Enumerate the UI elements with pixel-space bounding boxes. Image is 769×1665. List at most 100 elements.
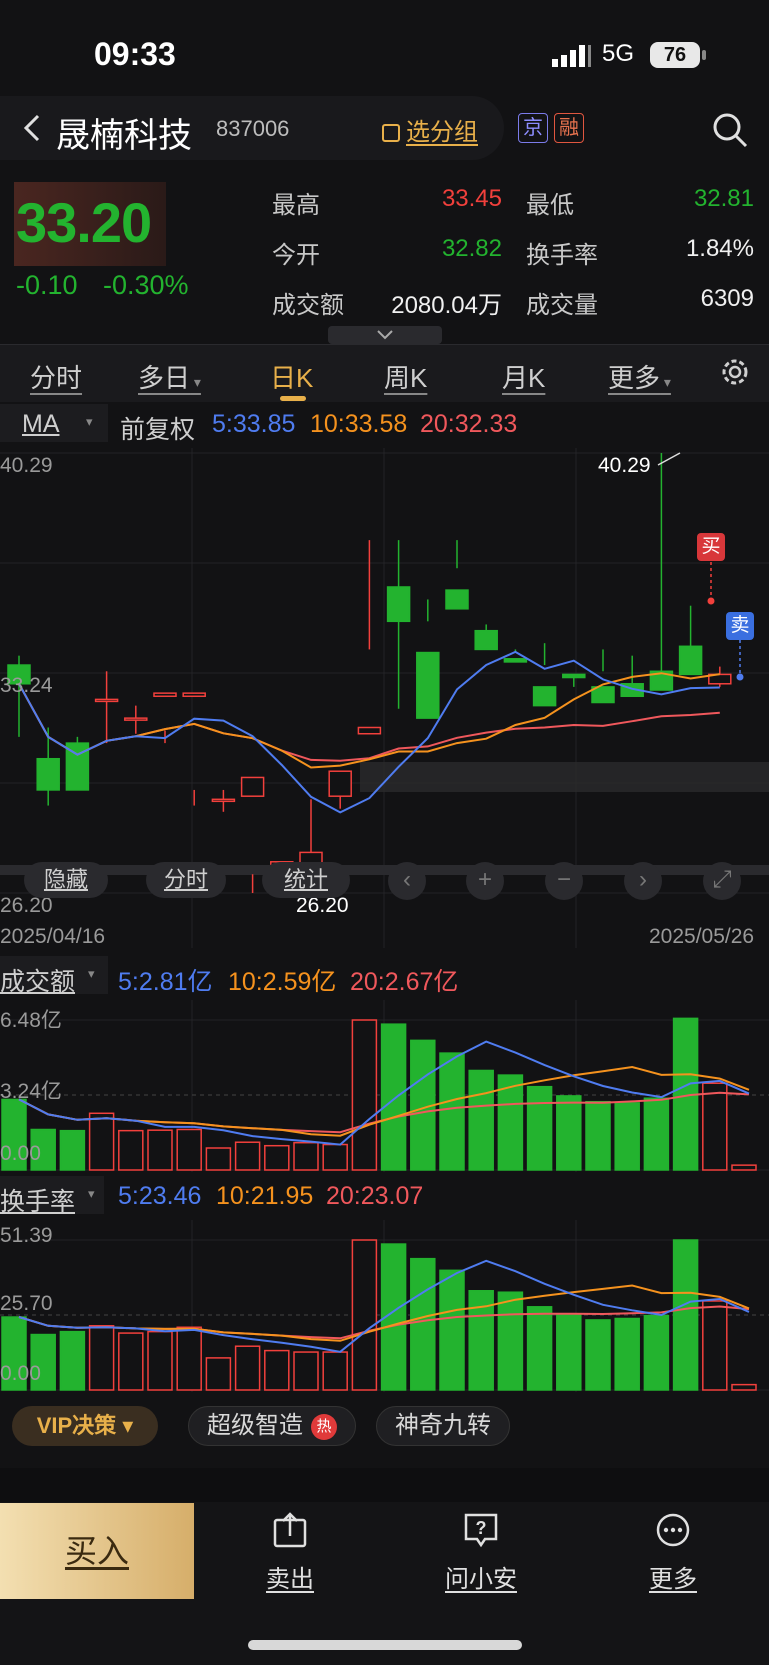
battery-icon: 76 [650,42,700,68]
section-divider [0,1468,769,1504]
tab-monthly-k[interactable]: 月K [502,358,545,395]
zoom-out-button[interactable]: − [545,862,583,900]
svg-text:?: ? [476,1518,487,1538]
tab-daily-k[interactable]: 日K [270,358,313,395]
candle-body [562,673,586,679]
vip-decision-button[interactable]: VIP决策 ▾ [12,1406,158,1446]
bar [118,1129,144,1171]
current-price: 33.20 [16,191,152,254]
bar [118,1332,144,1391]
bar [322,1351,348,1391]
turnover-value: 1.84% [685,235,754,262]
hot-badge: 热 [311,1413,337,1440]
bar [293,1351,319,1391]
upload-icon [273,1512,307,1548]
bar [205,1147,232,1171]
buy-marker-dot [707,597,715,605]
candle-body [328,770,352,797]
bar [468,1069,494,1171]
candle-body [240,776,265,797]
zoom-in-button[interactable]: + [466,862,504,900]
checkbox-icon [382,124,400,142]
pan-right-button[interactable]: › [624,862,662,900]
bar [147,1330,173,1391]
tab-multi-day[interactable]: 多日 ▾ [138,358,201,395]
pan-left-button[interactable]: ‹ [388,862,426,900]
signal-icon [552,45,591,67]
super-smart-chip[interactable]: 超级智造热 [188,1406,356,1446]
status-time: 09:33 [94,36,176,72]
bar [59,1129,86,1171]
turnover-indicator-selector[interactable]: 换手率 ▾ [0,1176,104,1216]
bar [643,1097,670,1171]
bar [731,1164,757,1171]
bar [439,1052,465,1171]
sell-marker[interactable]: 卖 [726,612,754,640]
bar [585,1100,611,1171]
buy-button[interactable]: 买入 [0,1503,194,1599]
ma5-value: 5:33.85 [212,410,296,438]
search-icon[interactable] [710,110,750,150]
high-label: 最高 [272,192,320,219]
ask-assistant-button[interactable]: ? 问小安 [421,1512,541,1594]
date-end: 2025/05/26 [649,925,755,948]
bar [614,1102,640,1171]
chevron-down-icon [377,330,393,340]
amount-value: 2080.04万 [391,292,502,319]
fenshi-overlay-button[interactable]: 分时 [146,862,226,898]
kline-max-label: 40.29 [598,454,651,477]
bar [234,1345,261,1391]
candle-body [211,798,236,803]
vol-ma5: 5:2.81亿 [118,968,213,996]
fullscreen-button[interactable]: ⤢ [703,862,741,900]
more-button[interactable]: 更多 [613,1512,733,1594]
gear-icon[interactable] [718,355,752,389]
amount-label: 成交额 [272,292,344,319]
volume-value: 6309 [700,285,754,312]
bar [176,1128,202,1171]
low-label: 最低 [526,192,574,219]
indicator-selector[interactable]: MA ▾ [0,404,108,442]
plus-icon: + [477,866,492,893]
back-arrow-icon[interactable] [16,110,52,146]
candle-body [445,589,469,610]
bar [88,1112,115,1171]
bar [264,1144,290,1171]
bar [351,1019,378,1171]
vol-ma20: 20:2.67亿 [350,968,459,996]
bar [731,1383,757,1391]
adjust-mode[interactable]: 前复权 [120,410,195,446]
hide-button[interactable]: 隐藏 [24,862,108,898]
stats-button[interactable]: 统计 [262,862,350,898]
bar [556,1095,582,1171]
volume-indicator-selector[interactable]: 成交额 ▾ [0,956,108,996]
candle-body [36,757,60,791]
caret-down-icon: ▾ [88,966,95,981]
bar [526,1306,553,1391]
amount-chart[interactable] [0,1000,769,1172]
support-zone-band [360,762,769,792]
tab-weekly-k[interactable]: 周K [384,358,427,395]
add-to-group-button[interactable]: 选分组 [382,112,478,147]
stock-name: 晟楠科技 [56,117,192,155]
stock-code: 837006 [216,116,290,141]
magic-nine-chip[interactable]: 神奇九转 [376,1406,510,1446]
candle-body [124,717,148,721]
bar [147,1129,173,1171]
turnover-label: 换手率 [526,242,598,269]
bar [205,1357,232,1391]
tab-fenshi[interactable]: 分时 [30,358,82,395]
turn-axis-min: 0.00 [0,1362,41,1385]
question-bubble-icon: ? [464,1513,498,1548]
tab-more[interactable]: 更多 ▾ [608,358,671,395]
bar [322,1143,348,1171]
high-value: 33.45 [441,185,502,212]
bar [643,1314,670,1391]
network-type: 5G [602,40,635,67]
expand-quote-button[interactable] [328,326,442,344]
candle-body [386,586,411,623]
sell-button[interactable]: 卖出 [230,1512,350,1594]
turnover-chart[interactable] [0,1220,769,1392]
buy-marker[interactable]: 买 [697,533,725,561]
bar [556,1313,582,1391]
